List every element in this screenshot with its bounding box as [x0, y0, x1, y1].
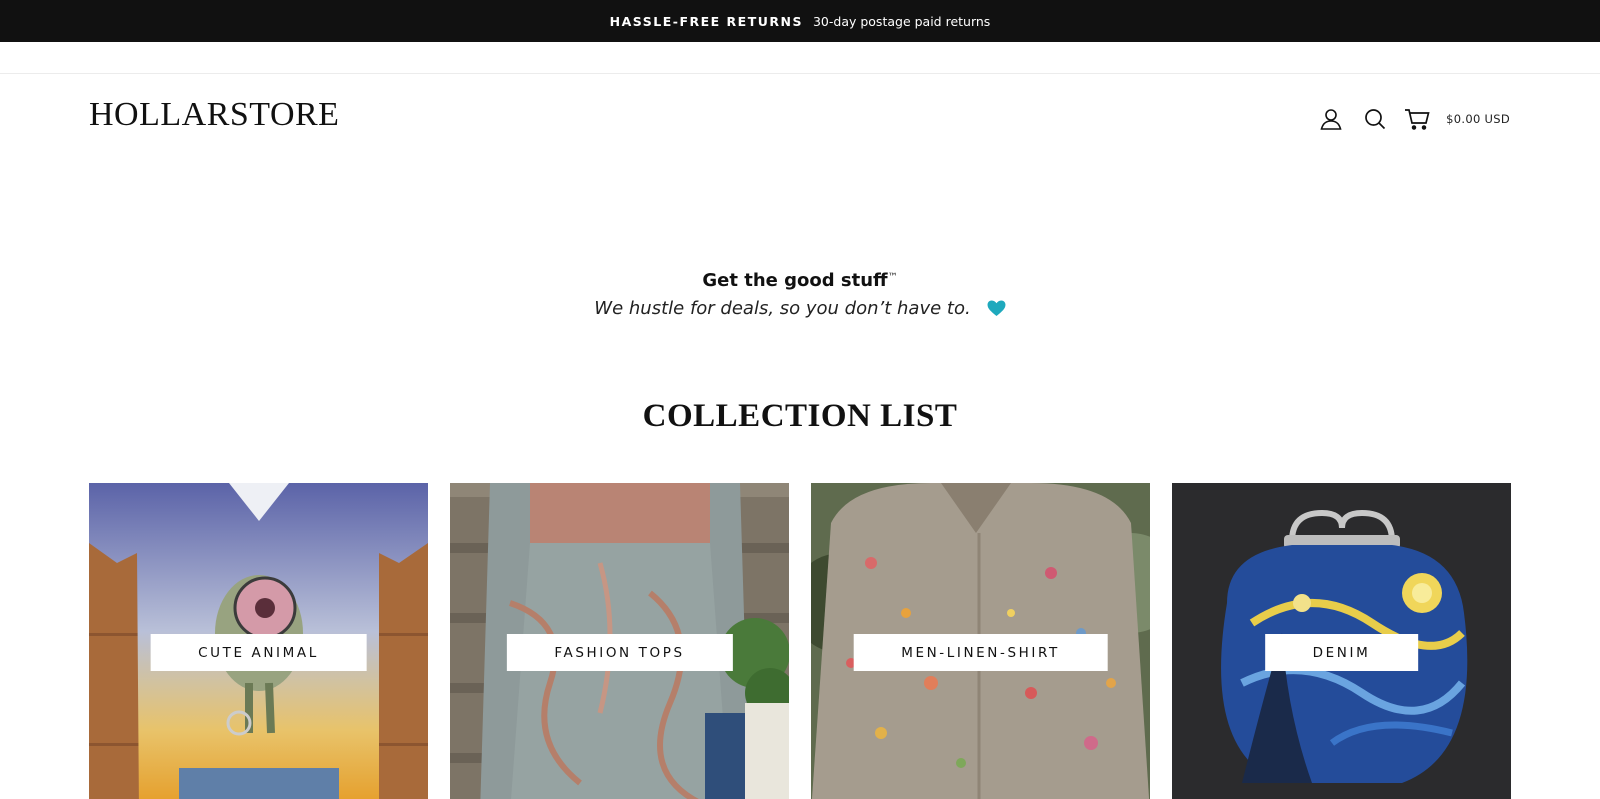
tagline-heading-text: Get the good stuff — [702, 270, 888, 291]
collection-list-title: COLLECTION LIST — [642, 398, 958, 434]
collection-label[interactable]: CUTE ANIMAL — [150, 634, 367, 671]
account-icon[interactable] — [1316, 104, 1346, 134]
cart-total[interactable]: $0.00 USD — [1446, 112, 1510, 126]
collection-card-denim[interactable]: DENIM — [1172, 483, 1511, 799]
tagline: Get the good stuff™ We hustle for deals,… — [0, 270, 1600, 319]
heart-icon — [987, 300, 1006, 317]
header-actions: $0.00 USD — [1316, 104, 1510, 134]
announcement-bar: HASSLE-FREE RETURNS 30-day postage paid … — [0, 0, 1600, 42]
store-logo[interactable]: HOLLARSTORE — [89, 96, 339, 134]
collection-grid: CUTE ANIMAL FASHION TOPS MEN-LINEN-SHIRT… — [89, 483, 1511, 799]
header-divider — [0, 73, 1600, 74]
search-icon[interactable] — [1360, 104, 1390, 134]
collection-label[interactable]: FASHION TOPS — [506, 634, 733, 671]
trademark-mark: ™ — [887, 272, 898, 283]
tagline-heading: Get the good stuff™ — [0, 270, 1600, 291]
cart-icon[interactable] — [1402, 104, 1432, 134]
tagline-subheading-text: We hustle for deals, so you don’t have t… — [594, 298, 971, 319]
tagline-subheading: We hustle for deals, so you don’t have t… — [0, 298, 1600, 319]
collection-label[interactable]: DENIM — [1264, 634, 1419, 671]
collection-card-fashion-tops[interactable]: FASHION TOPS — [450, 483, 789, 799]
announcement-text: 30-day postage paid returns — [812, 13, 991, 29]
collection-card-cute-animal[interactable]: CUTE ANIMAL — [89, 483, 428, 799]
collection-card-men-linen-shirt[interactable]: MEN-LINEN-SHIRT — [811, 483, 1150, 799]
announcement-title: HASSLE-FREE RETURNS — [609, 13, 803, 29]
collection-label[interactable]: MEN-LINEN-SHIRT — [853, 634, 1108, 671]
